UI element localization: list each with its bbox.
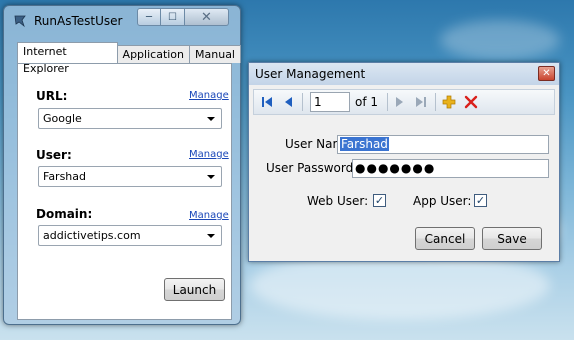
user-manage-link[interactable]: Manage xyxy=(189,149,229,160)
next-record-icon[interactable] xyxy=(392,95,406,109)
user-dropdown[interactable]: Farshad xyxy=(38,166,222,187)
tab-strip: Internet Explorer Application Manual xyxy=(17,42,241,75)
tab-internet-explorer[interactable]: Internet Explorer xyxy=(17,42,118,75)
app-user-checkbox[interactable]: ✓ xyxy=(474,194,487,207)
save-button[interactable]: Save xyxy=(482,227,542,250)
app-icon xyxy=(14,15,26,28)
tab-panel: URL: Manage Google User: Manage Farshad … xyxy=(17,63,232,320)
runastestuser-window: RunAsTestUser ─ ☐ ✕ Internet Explorer Ap… xyxy=(3,5,241,325)
record-count-label: of 1 xyxy=(355,95,379,109)
window-title: RunAsTestUser xyxy=(34,14,123,28)
title-bar: User Management ✕ xyxy=(249,63,559,85)
domain-dropdown[interactable]: addictivetips.com xyxy=(38,225,222,246)
chevron-down-icon xyxy=(207,175,215,179)
window-title: User Management xyxy=(255,67,366,81)
app-user-label: App User: xyxy=(413,194,472,208)
domain-manage-link[interactable]: Manage xyxy=(189,210,229,221)
navigation-toolbar: 1 of 1 xyxy=(253,89,555,115)
web-user-label: Web User: xyxy=(307,194,369,208)
user-name-value: Farshad xyxy=(340,137,389,151)
last-record-icon[interactable] xyxy=(414,95,428,109)
url-dropdown[interactable]: Google xyxy=(38,108,222,129)
previous-record-icon[interactable] xyxy=(282,95,296,109)
delete-icon[interactable] xyxy=(464,95,478,109)
record-position-input[interactable]: 1 xyxy=(310,92,350,112)
cancel-button[interactable]: Cancel xyxy=(415,227,475,250)
add-icon[interactable] xyxy=(442,95,456,109)
user-password-label: User Password: xyxy=(266,161,358,175)
launch-button[interactable]: Launch xyxy=(164,278,225,301)
user-label: User: xyxy=(36,148,72,162)
tab-application[interactable]: Application xyxy=(116,45,191,63)
toolbar-separator xyxy=(302,93,303,111)
domain-dropdown-value: addictivetips.com xyxy=(43,229,141,242)
domain-label: Domain: xyxy=(36,207,93,221)
url-label: URL: xyxy=(36,89,68,103)
user-name-input[interactable]: Farshad xyxy=(337,135,549,154)
close-button[interactable]: ✕ xyxy=(538,66,555,81)
background-cloud xyxy=(440,20,560,60)
minimize-button[interactable]: ─ xyxy=(137,8,161,26)
user-management-window: User Management ✕ 1 of 1 User Name: Fars… xyxy=(248,62,560,262)
tab-manual[interactable]: Manual xyxy=(189,45,241,63)
toolbar-separator xyxy=(435,93,436,111)
user-password-input[interactable]: ●●●●●●● xyxy=(352,159,549,178)
chevron-down-icon xyxy=(207,117,215,121)
user-dropdown-value: Farshad xyxy=(43,170,87,183)
url-dropdown-value: Google xyxy=(43,112,82,125)
maximize-button[interactable]: ☐ xyxy=(161,8,185,26)
chevron-down-icon xyxy=(207,234,215,238)
title-bar: RunAsTestUser ─ ☐ ✕ xyxy=(4,6,240,36)
url-manage-link[interactable]: Manage xyxy=(189,90,229,101)
web-user-checkbox[interactable]: ✓ xyxy=(373,194,386,207)
first-record-icon[interactable] xyxy=(260,95,274,109)
close-button[interactable]: ✕ xyxy=(185,8,229,26)
toolbar-separator xyxy=(387,93,388,111)
